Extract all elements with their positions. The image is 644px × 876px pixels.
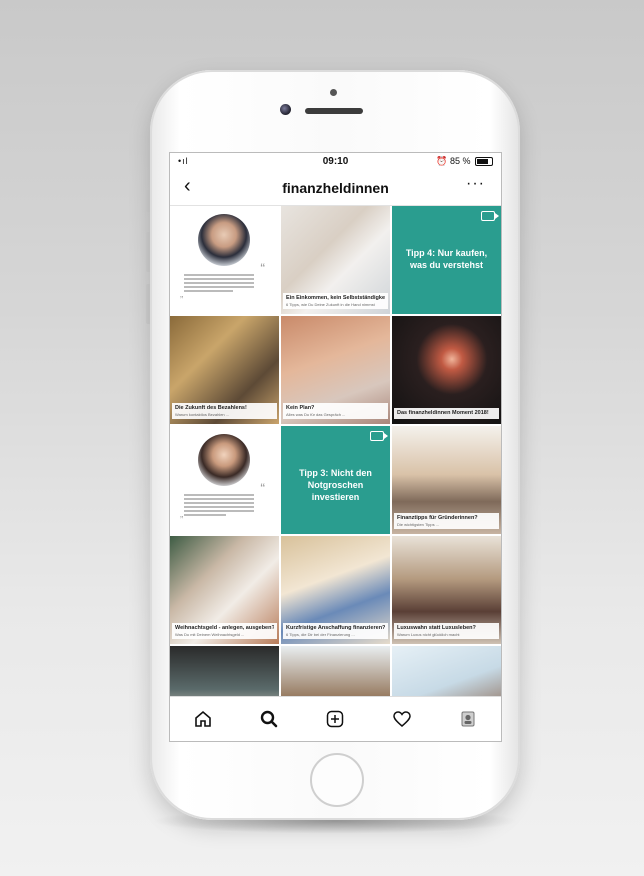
quote-mark: “ [260, 480, 265, 496]
post-tile-photo[interactable]: Weihnachtsgeld - anlegen, ausgeben? Was … [170, 536, 279, 644]
caption-subtitle: Alles was Du für das Gespräch ... [286, 412, 346, 417]
search-icon [261, 710, 278, 728]
post-tile-photo[interactable]: Luxuswahn statt Luxusleben? Warum Luxus … [392, 536, 501, 644]
post-caption: Die Zukunft des Bezahlens! Warum kontakt… [172, 403, 277, 419]
video-icon [481, 211, 499, 221]
profile-tab[interactable] [450, 704, 486, 734]
post-caption: Weihnachtsgeld - anlegen, ausgeben? Was … [172, 623, 277, 639]
caption-title: Die Zukunft des Bezahlens! [175, 405, 247, 411]
profile-icon [461, 711, 475, 727]
post-tile-photo[interactable]: Kein Plan? Alles was Du für das Gespräch… [281, 316, 390, 424]
caption-title: Kurzfristige Anschaffung finanzieren? [286, 625, 385, 631]
home-icon [195, 710, 211, 727]
bottom-tab-bar [170, 696, 501, 741]
post-caption: Finanztipps für Gründerinnen? Die wichti… [394, 513, 499, 529]
home-tab[interactable] [185, 704, 221, 734]
post-tile-photo[interactable]: Ein Einkommen, kein Selbstständigkeit? 6… [281, 206, 390, 314]
profile-username: finanzheldinnen [282, 180, 389, 196]
quote-mark: “ [260, 260, 265, 276]
post-caption: Ein Einkommen, kein Selbstständigkeit? 6… [283, 293, 388, 309]
post-tile-quote[interactable]: “ ” [170, 426, 279, 534]
caption-subtitle: Warum kontaktlos Bezahlen ... [175, 412, 230, 417]
home-button[interactable] [310, 753, 364, 807]
caption-title: Das finanzheldinnen Moment 2018! [397, 410, 489, 416]
caption-subtitle: Die wichtigsten Tipps ... [397, 522, 440, 527]
search-tab[interactable] [251, 704, 287, 734]
quote-mark: ” [180, 515, 184, 526]
post-tile-quote[interactable]: “ ” [170, 206, 279, 314]
post-tile-video[interactable]: Tipp 3: Nicht den Notgroschen investiere… [281, 426, 390, 534]
post-caption: Kein Plan? Alles was Du für das Gespräch… [283, 403, 388, 419]
profile-header: ‹ finanzheldinnen ··· [170, 171, 501, 206]
post-tile-video[interactable]: Tipp 4: Nur kaufen, was du verstehst [392, 206, 501, 314]
status-bar: •ıl 09:10 ⏰ 85 % [170, 153, 501, 171]
video-icon [370, 431, 388, 441]
caption-title: Finanztipps für Gründerinnen? [397, 515, 478, 521]
caption-title: Luxuswahn statt Luxusleben? [397, 625, 476, 631]
more-options-button[interactable]: ··· [466, 175, 485, 193]
battery-icon [475, 157, 493, 167]
post-tile-photo[interactable]: Finanztipps für Gründerinnen? Die wichti… [392, 426, 501, 534]
battery-indicator: ⏰ 85 % [436, 156, 493, 167]
caption-subtitle: Was Du mit Deinem Weihnachtsgeld ... [175, 632, 245, 637]
quote-text-lines [184, 494, 254, 518]
tip-text: Tipp 4: Nur kaufen, was du verstehst [405, 248, 488, 271]
post-tile-photo[interactable]: Das finanzheldinnen Moment 2018! [392, 316, 501, 424]
post-caption: Luxuswahn statt Luxusleben? Warum Luxus … [394, 623, 499, 639]
new-post-tab[interactable] [317, 704, 353, 734]
battery-percent: 85 % [449, 156, 471, 166]
add-icon [327, 710, 344, 728]
earpiece-speaker [305, 108, 363, 114]
tip-text: Tipp 3: Nicht den Notgroschen investiere… [299, 468, 372, 503]
heart-icon [392, 711, 411, 727]
caption-title: Ein Einkommen, kein Selbstständigkeit? [286, 295, 385, 301]
alarm-icon: ⏰ [436, 156, 450, 166]
post-tile-photo[interactable]: Kurzfristige Anschaffung finanzieren? 6 … [281, 536, 390, 644]
proximity-sensor [330, 89, 337, 96]
post-caption: Kurzfristige Anschaffung finanzieren? 6 … [283, 623, 388, 639]
caption-subtitle: 6 Tipps, die Dir bei der Finanzierung ..… [286, 632, 355, 637]
post-caption: Das finanzheldinnen Moment 2018! [394, 408, 499, 419]
quote-mark: ” [180, 295, 184, 306]
post-grid: “ ” Ein Einkommen, kein Selbstständigkei… [170, 206, 501, 741]
quote-text-lines [184, 274, 254, 294]
portrait-image [198, 434, 250, 486]
front-camera [280, 104, 291, 115]
caption-subtitle: 6 Tipps, wie Du Deine Zukunft in die Han… [286, 302, 375, 307]
caption-title: Kein Plan? [286, 405, 315, 411]
caption-subtitle: Warum Luxus nicht glücklich macht [397, 632, 460, 637]
portrait-image [198, 214, 250, 266]
post-tile-photo[interactable]: Die Zukunft des Bezahlens! Warum kontakt… [170, 316, 279, 424]
phone-screen: •ıl 09:10 ⏰ 85 % ‹ finanzheldinnen ··· “… [170, 153, 501, 741]
activity-tab[interactable] [384, 704, 420, 734]
caption-title: Weihnachtsgeld - anlegen, ausgeben? [175, 625, 274, 631]
